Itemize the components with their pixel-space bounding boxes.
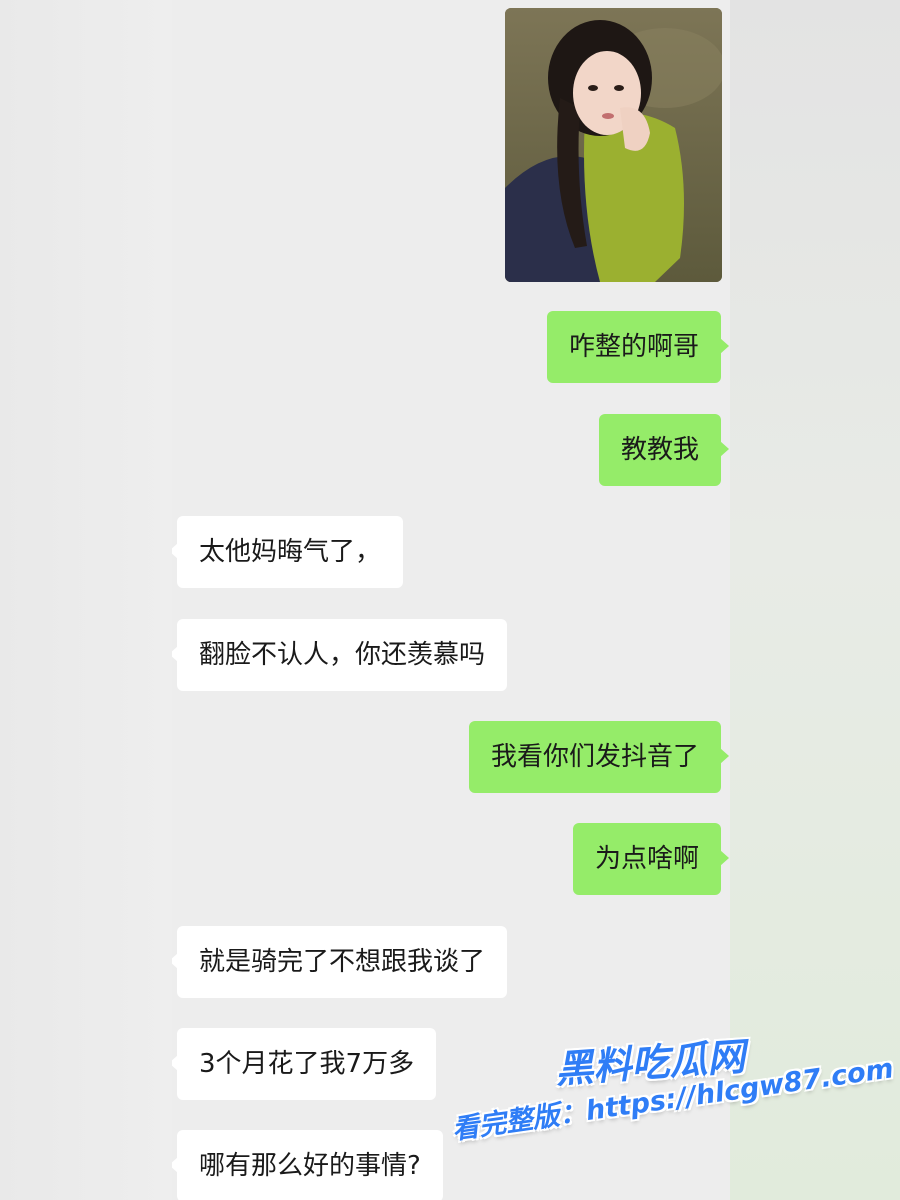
outgoing-message[interactable]: 咋整的啊哥 [546,311,730,383]
sent-photo-message[interactable] [505,8,722,282]
outgoing-message[interactable]: 为点啥啊 [572,823,730,895]
incoming-message[interactable]: 就是骑完了不想跟我谈了 [172,926,508,998]
incoming-message[interactable]: 哪有那么好的事情? [172,1130,443,1200]
incoming-message[interactable]: 3个月花了我7万多 [172,1028,437,1100]
right-margin [730,0,900,1200]
selfie-photo-icon [505,8,722,282]
incoming-message[interactable]: 翻脸不认人，你还羡慕吗 [172,619,508,691]
chat-panel[interactable]: 咋整的啊哥 教教我 太他妈晦气了， 翻脸不认人，你还羡慕吗 我看你们发抖音了 为… [172,0,730,1200]
outgoing-message[interactable]: 我看你们发抖音了 [468,721,730,793]
left-margin [0,0,172,1200]
outgoing-message[interactable]: 教教我 [598,414,730,486]
incoming-message[interactable]: 太他妈晦气了， [172,516,404,588]
